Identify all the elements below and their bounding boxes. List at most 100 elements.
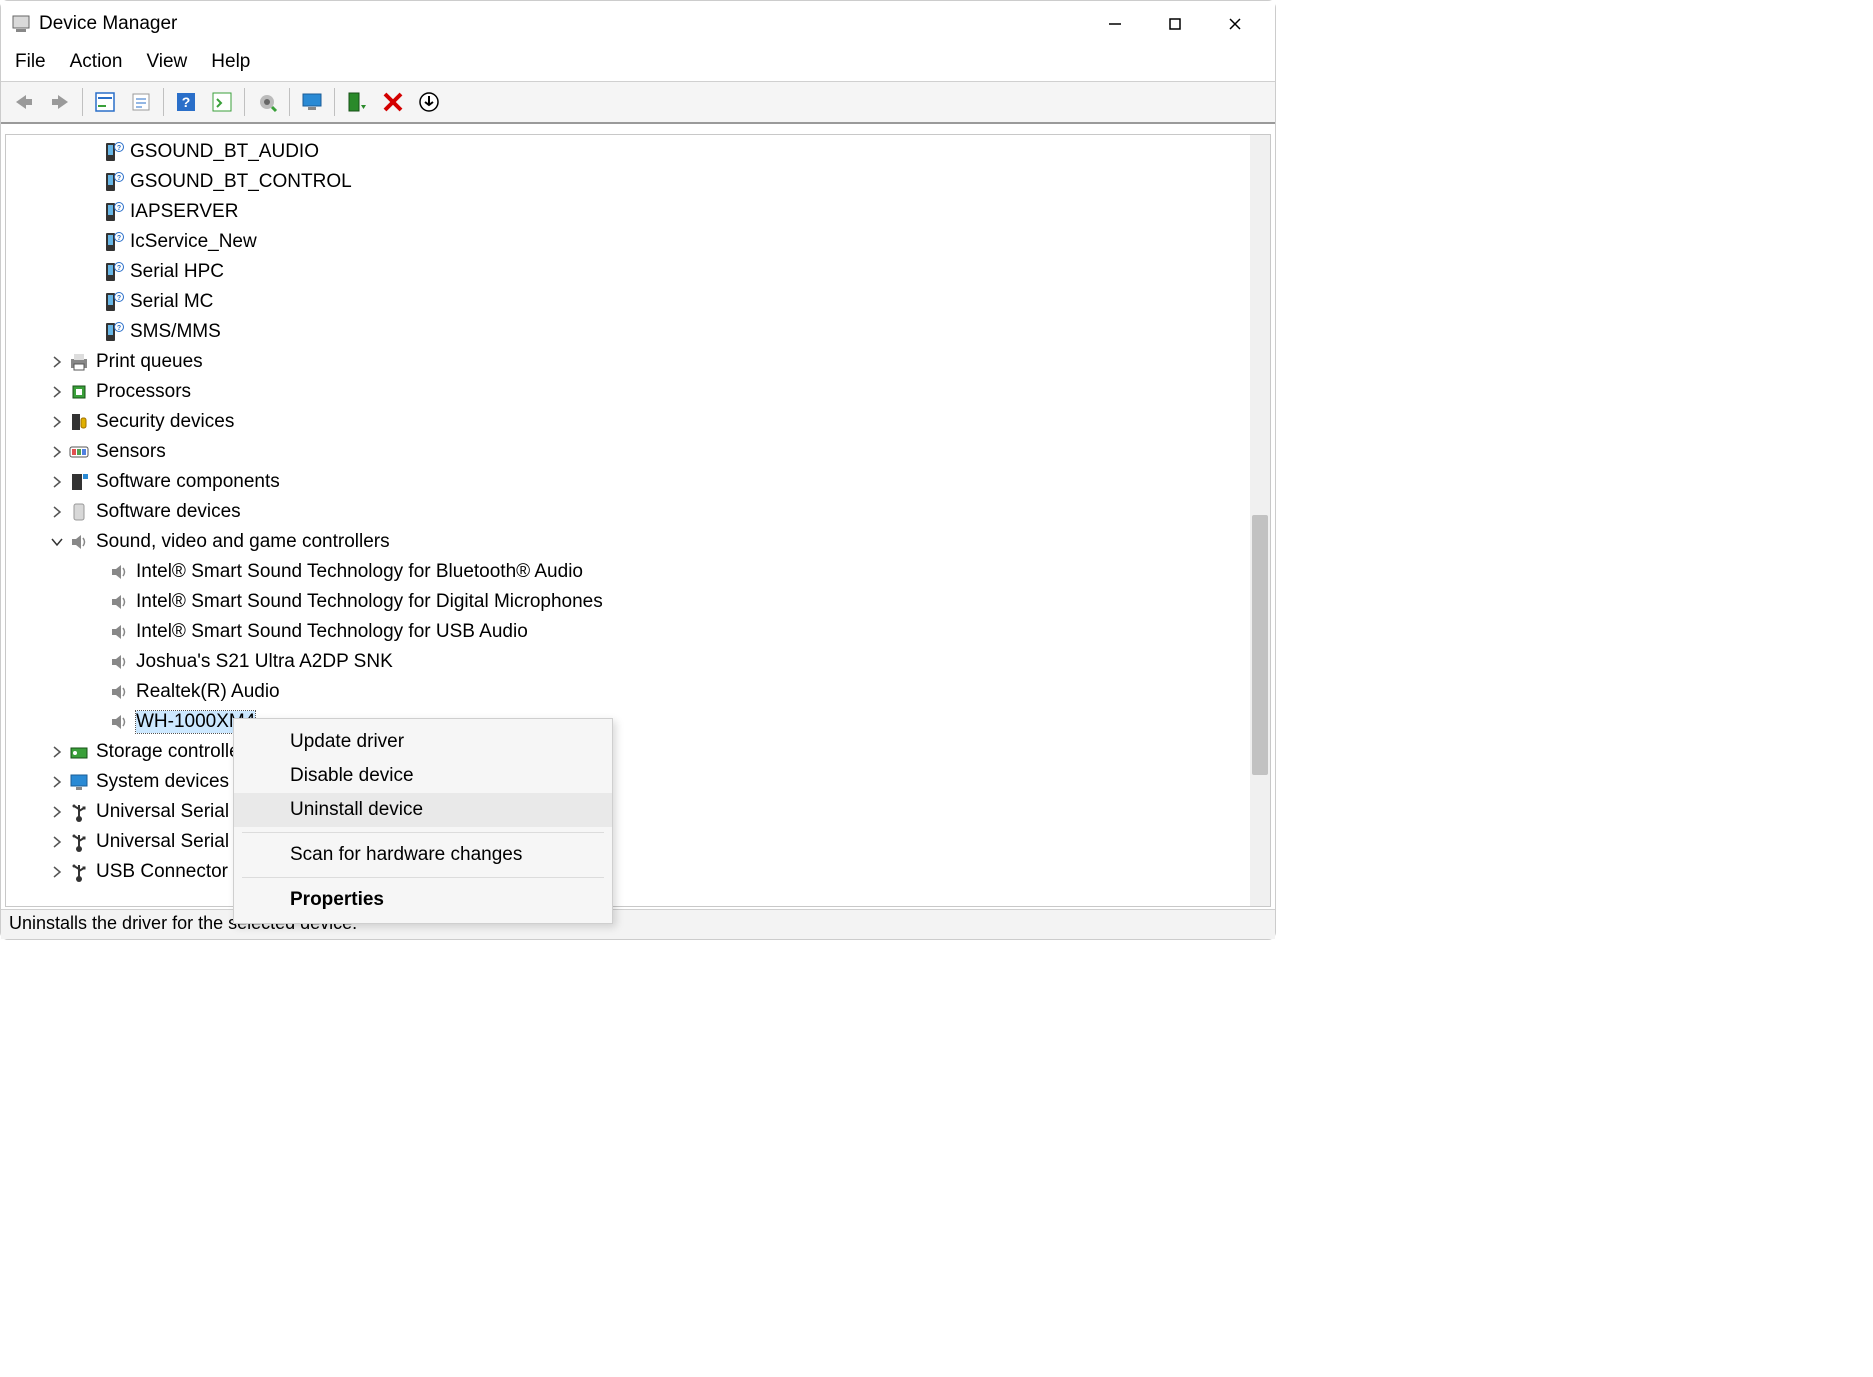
menu-separator (242, 877, 604, 878)
chevron-right-icon[interactable] (48, 383, 66, 401)
tree-item-label: GSOUND_BT_CONTROL (130, 171, 352, 193)
monitor-icon (68, 771, 90, 793)
category-label: Print queues (96, 351, 203, 373)
enable-device-button[interactable] (340, 85, 374, 119)
tree-item-label: Joshua's S21 Ultra A2DP SNK (136, 651, 393, 673)
sound-device-item[interactable]: Intel® Smart Sound Technology for Blueto… (6, 557, 1270, 587)
category-label: Software components (96, 471, 280, 493)
device-tree[interactable]: ? GSOUND_BT_AUDIO ? GSOUND_BT_CONTROL ? … (5, 134, 1271, 907)
cm-disable-device[interactable]: Disable device (234, 759, 612, 793)
cm-update-driver[interactable]: Update driver (234, 725, 612, 759)
svg-text:?: ? (117, 295, 121, 302)
tree-item-label: SMS/MMS (130, 321, 221, 343)
usb-icon (68, 831, 90, 853)
window-controls (1085, 1, 1265, 47)
maximize-button[interactable] (1145, 1, 1205, 47)
tree-item[interactable]: ? GSOUND_BT_AUDIO (6, 137, 1270, 167)
chevron-right-icon[interactable] (48, 353, 66, 371)
tree-item[interactable]: ? Serial MC (6, 287, 1270, 317)
update-driver-button[interactable] (250, 85, 284, 119)
device-unknown-icon: ? (102, 321, 124, 343)
sound-device-item[interactable]: Realtek(R) Audio (6, 677, 1270, 707)
window-title: Device Manager (39, 13, 1085, 35)
category-print-queues[interactable]: Print queues (6, 347, 1270, 377)
category-usb-devices[interactable]: Universal Serial Bus devices (6, 827, 1270, 857)
minimize-button[interactable] (1085, 1, 1145, 47)
chevron-down-icon[interactable] (48, 533, 66, 551)
category-processors[interactable]: Processors (6, 377, 1270, 407)
device-unknown-icon: ? (102, 291, 124, 313)
tree-item-label: Serial HPC (130, 261, 224, 283)
chevron-right-icon[interactable] (48, 473, 66, 491)
back-button[interactable] (7, 85, 41, 119)
device-unknown-icon: ? (102, 141, 124, 163)
category-label: System devices (96, 771, 229, 793)
uninstall-button[interactable] (376, 85, 410, 119)
tree-item[interactable]: ? IcService_New (6, 227, 1270, 257)
status-bar: Uninstalls the driver for the selected d… (1, 909, 1275, 939)
printer-icon (68, 351, 90, 373)
category-software-devices[interactable]: Software devices (6, 497, 1270, 527)
category-label: Sensors (96, 441, 166, 463)
speaker-icon (108, 561, 130, 583)
scrollbar-thumb[interactable] (1252, 515, 1268, 775)
device-unknown-icon: ? (102, 171, 124, 193)
speaker-icon (108, 651, 130, 673)
tree-item-label: Intel® Smart Sound Technology for USB Au… (136, 621, 528, 643)
sound-device-item[interactable]: Intel® Smart Sound Technology for Digita… (6, 587, 1270, 617)
menu-view[interactable]: View (146, 51, 187, 73)
add-legacy-button[interactable] (412, 85, 446, 119)
sound-device-item[interactable]: Joshua's S21 Ultra A2DP SNK (6, 647, 1270, 677)
tree-item-label: Serial MC (130, 291, 213, 313)
tree-item[interactable]: ? Serial HPC (6, 257, 1270, 287)
sound-device-item-selected[interactable]: WH-1000XM4 (6, 707, 1270, 737)
properties-button[interactable] (124, 85, 158, 119)
software-device-icon (68, 501, 90, 523)
sound-device-item[interactable]: Intel® Smart Sound Technology for USB Au… (6, 617, 1270, 647)
chevron-right-icon[interactable] (48, 833, 66, 851)
tree-item[interactable]: ? GSOUND_BT_CONTROL (6, 167, 1270, 197)
forward-button[interactable] (43, 85, 77, 119)
category-storage-controllers[interactable]: Storage controllers (6, 737, 1270, 767)
cm-properties[interactable]: Properties (234, 883, 612, 917)
context-menu: Update driver Disable device Uninstall d… (233, 718, 613, 924)
chevron-right-icon[interactable] (48, 413, 66, 431)
device-unknown-icon: ? (102, 231, 124, 253)
category-system-devices[interactable]: System devices (6, 767, 1270, 797)
speaker-icon (108, 621, 130, 643)
category-sensors[interactable]: Sensors (6, 437, 1270, 467)
chevron-right-icon[interactable] (48, 743, 66, 761)
close-button[interactable] (1205, 1, 1265, 47)
scan-hardware-button[interactable] (295, 85, 329, 119)
view-devices-button[interactable] (205, 85, 239, 119)
chevron-right-icon[interactable] (48, 443, 66, 461)
app-icon (11, 14, 31, 34)
cm-uninstall-device[interactable]: Uninstall device (234, 793, 612, 827)
category-label: Storage controllers (96, 741, 255, 763)
menu-file[interactable]: File (15, 51, 46, 73)
category-sound-video-game[interactable]: Sound, video and game controllers (6, 527, 1270, 557)
category-security-devices[interactable]: Security devices (6, 407, 1270, 437)
svg-text:?: ? (117, 325, 121, 332)
usb-icon (68, 801, 90, 823)
tree-item[interactable]: ? SMS/MMS (6, 317, 1270, 347)
chevron-right-icon[interactable] (48, 863, 66, 881)
tree-item-label: Realtek(R) Audio (136, 681, 280, 703)
storage-icon (68, 741, 90, 763)
menubar: File Action View Help (1, 47, 1275, 82)
category-usb-controllers[interactable]: Universal Serial Bus controllers (6, 797, 1270, 827)
tree-item-label: IcService_New (130, 231, 257, 253)
cm-scan-hardware[interactable]: Scan for hardware changes (234, 838, 612, 872)
vertical-scrollbar[interactable] (1250, 135, 1270, 906)
menu-help[interactable]: Help (211, 51, 250, 73)
chevron-right-icon[interactable] (48, 803, 66, 821)
tree-item[interactable]: ? IAPSERVER (6, 197, 1270, 227)
chevron-right-icon[interactable] (48, 503, 66, 521)
category-usb-connector-managers[interactable]: USB Connector Managers (6, 857, 1270, 887)
show-hide-tree-button[interactable] (88, 85, 122, 119)
toolbar: ? (1, 82, 1275, 124)
menu-action[interactable]: Action (70, 51, 123, 73)
category-software-components[interactable]: Software components (6, 467, 1270, 497)
help-button[interactable]: ? (169, 85, 203, 119)
chevron-right-icon[interactable] (48, 773, 66, 791)
